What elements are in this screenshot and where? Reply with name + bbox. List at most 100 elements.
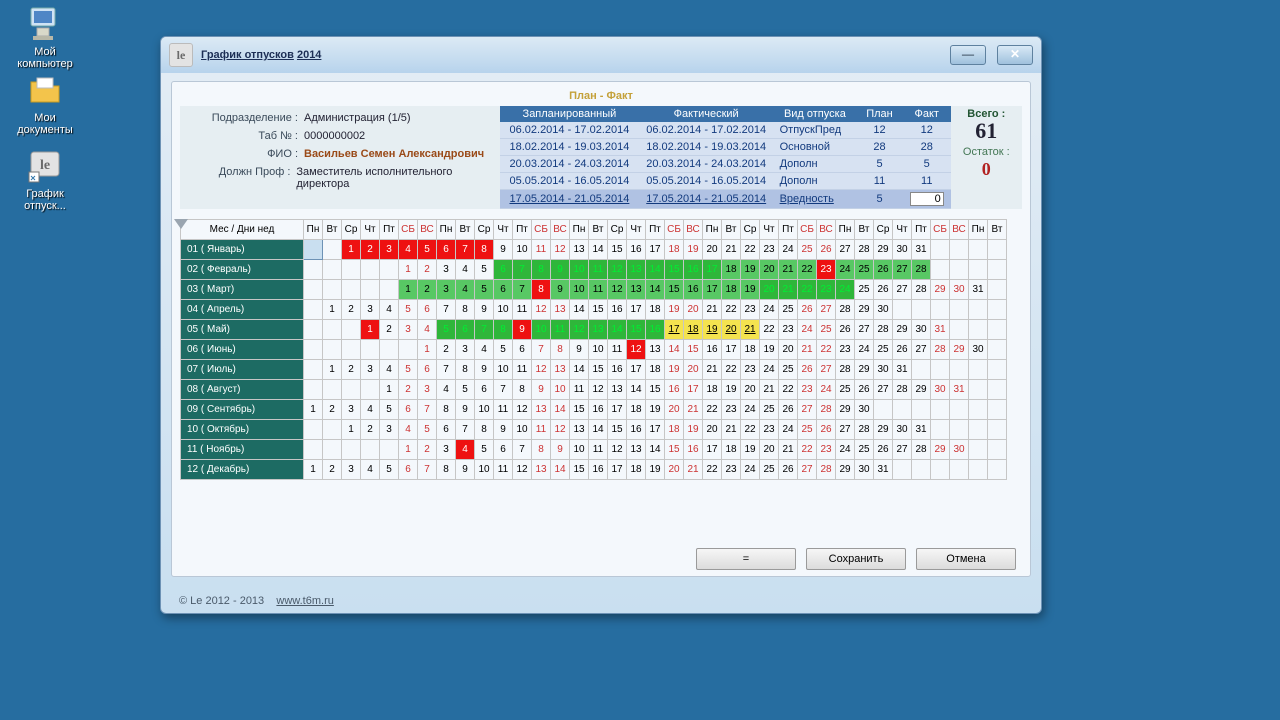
calendar-cell[interactable]: 15 [608,420,627,440]
calendar-cell[interactable]: 5 [380,460,399,480]
save-button[interactable]: Сохранить [806,548,906,570]
calendar-cell[interactable]: 16 [665,380,684,400]
calendar-cell[interactable]: 28 [893,380,912,400]
calendar-cell[interactable]: 29 [931,280,950,300]
calendar-cell[interactable]: 29 [912,380,931,400]
calendar-cell[interactable]: 18 [703,380,722,400]
calendar-cell[interactable]: 10 [475,400,494,420]
calendar-cell[interactable]: 22 [722,360,741,380]
calendar-cell[interactable]: 15 [646,380,665,400]
calendar-cell[interactable]: 20 [760,280,779,300]
calendar-cell[interactable]: 20 [703,420,722,440]
calendar-cell[interactable]: 6 [399,400,418,420]
calendar-cell[interactable]: 24 [779,420,798,440]
calendar-cell[interactable]: 29 [836,460,855,480]
calendar-cell[interactable]: 23 [760,240,779,260]
calendar-cell[interactable]: 23 [817,260,836,280]
calendar-cell[interactable]: 10 [589,340,608,360]
calendar-cell[interactable]: 27 [855,320,874,340]
calendar-cell[interactable]: 27 [874,380,893,400]
calendar-cell[interactable]: 13 [551,360,570,380]
calendar-cell[interactable]: 27 [912,340,931,360]
calendar-cell[interactable]: 21 [703,300,722,320]
calendar-cell[interactable]: 12 [551,240,570,260]
calendar-cell[interactable]: 18 [627,460,646,480]
calendar-cell[interactable]: 1 [380,380,399,400]
calendar-cell[interactable]: 12 [608,280,627,300]
calendar-grid[interactable]: Мес / Дни недПнВтСрЧтПтСБВСПнВтСрЧтПтСБВ… [180,219,1007,480]
calendar-cell[interactable]: 24 [760,300,779,320]
calendar-cell[interactable]: 1 [323,300,342,320]
calendar-cell[interactable]: 16 [589,460,608,480]
calendar-cell[interactable]: 8 [532,280,551,300]
calendar-cell[interactable]: 9 [475,300,494,320]
calendar-cell[interactable]: 18 [627,400,646,420]
calendar-cell[interactable]: 25 [855,280,874,300]
calendar-cell[interactable]: 11 [589,280,608,300]
month-label[interactable]: 09 ( Сентябрь) [181,400,304,420]
calendar-cell[interactable]: 23 [817,440,836,460]
calendar-cell[interactable]: 20 [703,240,722,260]
calendar-cell[interactable]: 21 [741,320,760,340]
plan-row[interactable]: 05.05.2014 - 16.05.201405.05.2014 - 16.0… [500,173,951,190]
calendar-cell[interactable]: 6 [494,260,513,280]
calendar-cell[interactable]: 23 [722,460,741,480]
calendar-cell[interactable]: 28 [855,240,874,260]
calendar-cell[interactable]: 5 [418,240,437,260]
calendar-cell[interactable]: 14 [570,360,589,380]
calendar-cell[interactable]: 10 [551,380,570,400]
calendar-cell[interactable]: 24 [836,440,855,460]
calendar-cell[interactable]: 29 [855,360,874,380]
calendar-cell[interactable]: 7 [532,340,551,360]
calendar-cell[interactable]: 21 [684,400,703,420]
calendar-cell[interactable]: 27 [893,280,912,300]
calendar-cell[interactable]: 9 [494,420,513,440]
calendar-cell[interactable]: 31 [912,420,931,440]
calendar-cell[interactable]: 8 [475,420,494,440]
calendar-cell[interactable]: 21 [703,360,722,380]
calendar-cell[interactable]: 13 [589,320,608,340]
month-label[interactable]: 11 ( Ноябрь) [181,440,304,460]
calendar-cell[interactable]: 8 [551,340,570,360]
calendar-cell[interactable]: 7 [475,320,494,340]
calendar-cell[interactable]: 16 [703,340,722,360]
calendar-cell[interactable]: 19 [646,400,665,420]
calendar-cell[interactable]: 26 [817,240,836,260]
calendar-cell[interactable]: 17 [703,260,722,280]
calendar-cell[interactable]: 17 [608,460,627,480]
calendar-cell[interactable]: 15 [684,340,703,360]
calendar-cell[interactable]: 4 [456,280,475,300]
month-label[interactable]: 05 ( Май) [181,320,304,340]
calendar-cell[interactable]: 11 [589,260,608,280]
calendar-cell[interactable]: 7 [456,240,475,260]
calendar-cell[interactable]: 27 [836,240,855,260]
calendar-cell[interactable]: 13 [570,420,589,440]
calendar-cell[interactable]: 13 [627,440,646,460]
calendar-cell[interactable]: 12 [532,300,551,320]
calendar-cell[interactable]: 22 [798,260,817,280]
calendar-cell[interactable]: 17 [646,240,665,260]
calendar-cell[interactable]: 26 [779,400,798,420]
calendar-cell[interactable]: 8 [437,460,456,480]
calendar-cell[interactable]: 16 [684,260,703,280]
calendar-cell[interactable]: 18 [684,320,703,340]
calendar-cell[interactable]: 15 [665,440,684,460]
calendar-cell[interactable]: 18 [646,300,665,320]
calendar-cell[interactable]: 11 [513,360,532,380]
calendar-cell[interactable]: 5 [380,400,399,420]
calendar-cell[interactable]: 30 [912,320,931,340]
calendar-cell[interactable]: 22 [817,340,836,360]
calendar-cell[interactable]: 15 [627,320,646,340]
calendar-cell[interactable]: 24 [760,360,779,380]
plan-row[interactable]: 20.03.2014 - 24.03.201420.03.2014 - 24.0… [500,156,951,173]
calendar-cell[interactable]: 23 [722,400,741,420]
calendar-cell[interactable]: 27 [798,400,817,420]
calendar-cell[interactable]: 31 [950,380,969,400]
calendar-cell[interactable]: 17 [703,280,722,300]
calendar-cell[interactable]: 16 [627,240,646,260]
calendar-cell[interactable]: 5 [437,320,456,340]
calendar-cell[interactable]: 9 [551,260,570,280]
calendar-cell[interactable]: 13 [627,260,646,280]
calendar-cell[interactable]: 3 [380,420,399,440]
calendar-cell[interactable]: 10 [475,460,494,480]
